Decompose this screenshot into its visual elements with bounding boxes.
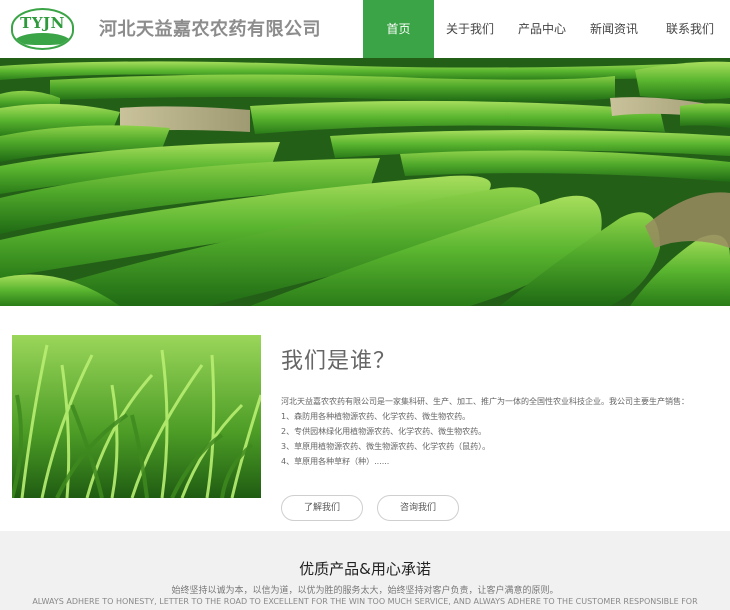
about-item: 3、草原用植物源农药、微生物源农药、化学农药（鼠药）。 (281, 442, 491, 451)
about-intro: 河北天益嘉农农药有限公司是一家集科研、生产、加工、推广为一体的全国性农业科技企业… (281, 397, 689, 406)
main-nav: 首页 关于我们 产品中心 新闻资讯 联系我们 (363, 0, 730, 58)
consult-us-button[interactable]: 咨询我们 (377, 495, 459, 521)
about-title: 我们是谁？ (281, 349, 397, 374)
logo-text: TYJN (20, 14, 65, 32)
nav-item-contact[interactable]: 联系我们 (650, 0, 730, 58)
about-item: 4、草原用各种草籽（种）...... (281, 457, 390, 466)
nav-item-products[interactable]: 产品中心 (506, 0, 578, 58)
tea-plantation-image (0, 58, 730, 306)
about-section: 我们是谁？ 河北天益嘉农农药有限公司是一家集科研、生产、加工、推广为一体的全国性… (0, 306, 730, 531)
nav-item-home[interactable]: 首页 (363, 0, 434, 58)
learn-about-us-button[interactable]: 了解我们 (281, 495, 363, 521)
about-description: 河北天益嘉农农药有限公司是一家集科研、生产、加工、推广为一体的全国性农业科技企业… (281, 394, 721, 469)
nav-item-news[interactable]: 新闻资讯 (578, 0, 650, 58)
about-item: 2、专供园林绿化用植物源农药、化学农药、微生物农药。 (281, 427, 487, 436)
promise-section: 优质产品&用心承诺 始终坚持以诚为本，以信为道，以优为胜的服务太大，始终坚持对客… (0, 531, 730, 610)
logo-wave-icon (15, 33, 70, 45)
company-logo[interactable]: TYJN (11, 8, 74, 50)
site-header: TYJN 河北天益嘉农农药有限公司 首页 关于我们 产品中心 新闻资讯 联系我们 (0, 0, 730, 58)
nav-item-about[interactable]: 关于我们 (434, 0, 506, 58)
hero-banner (0, 58, 730, 306)
promise-text-en: ALWAYS ADHERE TO HONESTY, LETTER TO THE … (32, 597, 698, 606)
grass-illustration (12, 335, 261, 498)
about-item: 1、森防用各种植物源农药、化学农药、微生物农药。 (281, 412, 471, 421)
grass-image (12, 335, 261, 498)
promise-text-cn: 始终坚持以诚为本，以信为道，以优为胜的服务太大，始终坚持对客户负责，让客户满意的… (171, 586, 559, 596)
promise-title: 优质产品&用心承诺 (299, 560, 431, 578)
company-name: 河北天益嘉农农药有限公司 (99, 19, 321, 40)
